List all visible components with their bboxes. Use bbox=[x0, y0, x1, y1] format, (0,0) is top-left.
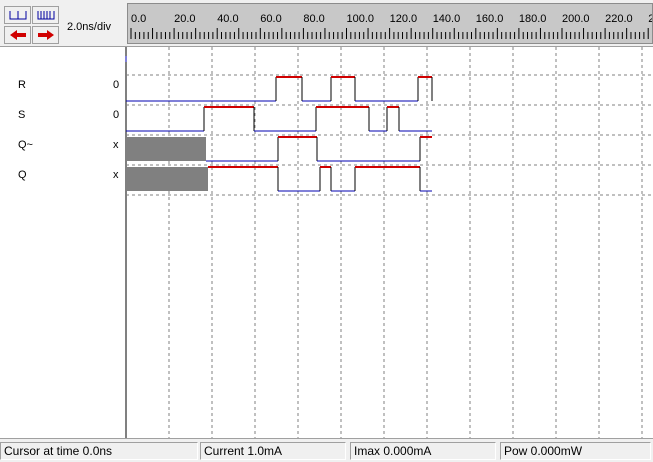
signal-name-s[interactable]: S bbox=[18, 109, 25, 121]
waveform-panel[interactable] bbox=[0, 47, 653, 438]
ruler-tick-label: 200.0 bbox=[562, 13, 590, 25]
ruler-tick-label: 40.0 bbox=[217, 13, 238, 25]
signal-value-r: 0 bbox=[113, 79, 120, 91]
signal-value-s: 0 bbox=[113, 109, 120, 121]
signal-value-qbar: x bbox=[113, 139, 119, 151]
ruler-tick-label: 220.0 bbox=[605, 13, 633, 25]
ruler-tick-label: 80.0 bbox=[303, 13, 324, 25]
trace-qbar-unknown-block bbox=[126, 137, 206, 161]
zoom-out-button[interactable] bbox=[32, 6, 59, 24]
ruler-tick-label: 60.0 bbox=[260, 13, 281, 25]
ruler-tick-label: 120.0 bbox=[390, 13, 418, 25]
ruler-tick-label: 100.0 bbox=[347, 13, 375, 25]
scroll-right-button[interactable] bbox=[32, 26, 59, 44]
trace-q-unknown-block bbox=[126, 167, 208, 191]
status-imax: Imax 0.000mA bbox=[350, 442, 496, 460]
scroll-left-icon bbox=[9, 30, 26, 40]
ruler-tick-label: 160.0 bbox=[476, 13, 504, 25]
status-current: Current 1.0mA bbox=[200, 442, 346, 460]
zoom-in-button[interactable] bbox=[4, 6, 31, 24]
signal-name-r[interactable]: R bbox=[18, 79, 26, 91]
waveform-canvas bbox=[125, 47, 653, 438]
ruler-tick-label: 24 bbox=[648, 13, 653, 25]
ruler-tick-label: 0.0 bbox=[131, 13, 146, 25]
zoom-in-icon bbox=[9, 11, 26, 20]
toolbar: 2.0ns/div 0.0 20.0 40.0 60.0 80.0 100.0 120.0 1… bbox=[0, 0, 653, 47]
ruler-tick-label: 180.0 bbox=[519, 13, 547, 25]
time-ruler[interactable]: 0.0 20.0 40.0 60.0 80.0 100.0 120.0 140.0 160.0 1… bbox=[127, 3, 653, 44]
ruler-tick-label: 20.0 bbox=[174, 13, 195, 25]
signal-value-q: x bbox=[113, 169, 119, 181]
signal-name-qbar[interactable]: Q~ bbox=[18, 139, 33, 151]
ruler-tick-label: 140.0 bbox=[433, 13, 461, 25]
scroll-right-icon bbox=[37, 30, 54, 40]
status-cursor-time: Cursor at time 0.0ns bbox=[0, 442, 198, 460]
signal-name-q[interactable]: Q bbox=[18, 169, 27, 181]
status-power: Pow 0.000mW bbox=[500, 442, 651, 460]
zoom-out-icon bbox=[37, 11, 54, 20]
time-scale-label: 2.0ns/div bbox=[67, 21, 112, 33]
ruler-ticks: 0.0 20.0 40.0 60.0 80.0 100.0 120.0 140.0 160.0 1… bbox=[130, 13, 653, 39]
status-bar: Cursor at time 0.0ns Current 1.0mA Imax … bbox=[0, 438, 653, 462]
scroll-left-button[interactable] bbox=[4, 26, 31, 44]
